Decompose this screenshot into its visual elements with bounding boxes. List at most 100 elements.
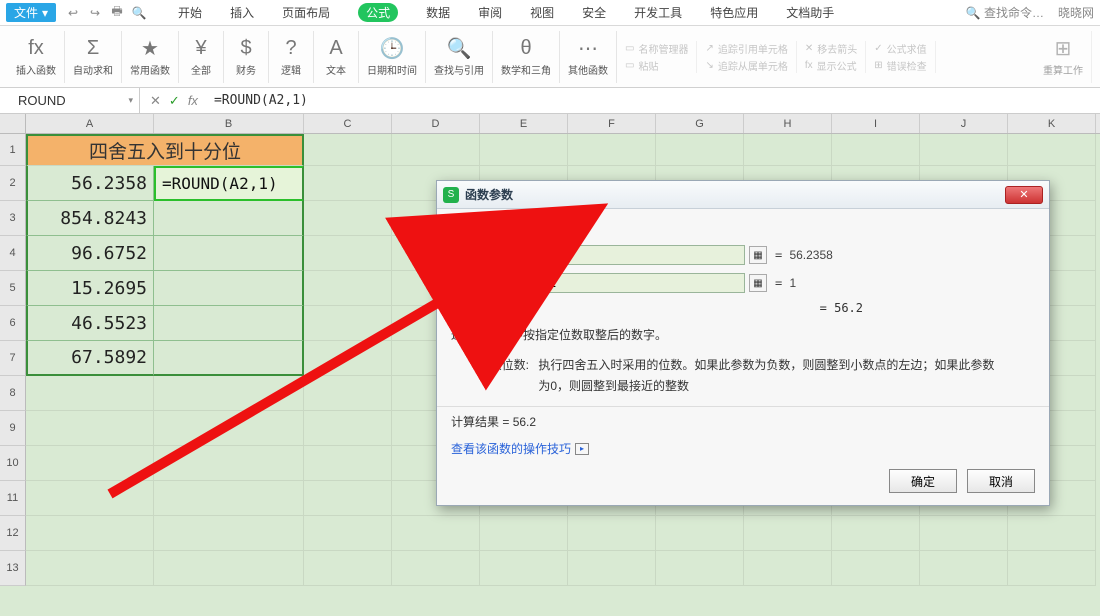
row-header[interactable]: 7	[0, 341, 26, 376]
redo-icon[interactable]: ↪	[88, 6, 102, 20]
row-header[interactable]: 5	[0, 271, 26, 306]
cell[interactable]	[392, 551, 480, 586]
row-header[interactable]: 11	[0, 481, 26, 516]
cell[interactable]	[154, 376, 304, 411]
cell-a5[interactable]: 15.2695	[26, 271, 154, 306]
col-header-g[interactable]: G	[656, 114, 744, 133]
cell-b6[interactable]	[154, 306, 304, 341]
cell[interactable]	[154, 551, 304, 586]
col-header-d[interactable]: D	[392, 114, 480, 133]
show-formulas-button[interactable]: fx显示公式	[805, 58, 857, 73]
dialog-titlebar[interactable]: S 函数参数 ✕	[437, 181, 1049, 209]
tab-developer[interactable]: 开发工具	[634, 4, 682, 21]
undo-icon[interactable]: ↩	[66, 6, 80, 20]
cell-a3[interactable]: 854.8243	[26, 201, 154, 236]
cell[interactable]	[26, 446, 154, 481]
tab-formulas[interactable]: 公式	[358, 3, 398, 22]
all-functions-button[interactable]: ¥全部	[179, 31, 224, 83]
more-functions-button[interactable]: ⋯其他函数	[560, 31, 617, 83]
cell[interactable]	[304, 446, 392, 481]
tab-security[interactable]: 安全	[582, 4, 606, 21]
datetime-button[interactable]: 🕒日期和时间	[359, 31, 426, 83]
cell[interactable]	[568, 551, 656, 586]
cell[interactable]	[154, 516, 304, 551]
cell[interactable]	[304, 236, 392, 271]
insert-function-button[interactable]: fx插入函数	[8, 31, 65, 83]
tab-insert[interactable]: 插入	[230, 4, 254, 21]
autosum-button[interactable]: Σ自动求和	[65, 31, 122, 83]
cell-a2[interactable]: 56.2358	[26, 166, 154, 201]
cell[interactable]	[26, 411, 154, 446]
row-header[interactable]: 9	[0, 411, 26, 446]
col-header-f[interactable]: F	[568, 114, 656, 133]
tab-special[interactable]: 特色应用	[710, 4, 758, 21]
col-header-c[interactable]: C	[304, 114, 392, 133]
row-header[interactable]: 13	[0, 551, 26, 586]
cell[interactable]	[154, 481, 304, 516]
trace-dependents-button[interactable]: ↘追踪从属单元格	[705, 58, 787, 73]
cell[interactable]	[392, 516, 480, 551]
financial-button[interactable]: $财务	[224, 31, 269, 83]
col-header-j[interactable]: J	[920, 114, 1008, 133]
cell-a7[interactable]: 67.5892	[26, 341, 154, 376]
cell[interactable]	[480, 551, 568, 586]
error-check-button[interactable]: ⊞错误检查	[874, 58, 926, 73]
cancel-formula-icon[interactable]: ✕	[150, 93, 161, 109]
cell-b2-active[interactable]: =ROUND(A2,1)	[154, 166, 304, 201]
cell[interactable]	[304, 516, 392, 551]
cell[interactable]	[656, 551, 744, 586]
recent-functions-button[interactable]: ★常用函数	[122, 31, 179, 83]
tab-home[interactable]: 开始	[178, 4, 202, 21]
cell[interactable]	[26, 516, 154, 551]
col-header-i[interactable]: I	[832, 114, 920, 133]
remove-arrows-button[interactable]: ✕移去箭头	[805, 41, 857, 56]
name-box[interactable]: ROUND	[0, 88, 140, 113]
fx-icon[interactable]: fx	[188, 93, 198, 109]
cell[interactable]	[392, 134, 480, 166]
file-menu[interactable]: 文件 ▾	[6, 3, 56, 22]
cell[interactable]	[656, 516, 744, 551]
cell[interactable]	[480, 516, 568, 551]
select-all-corner[interactable]	[0, 114, 26, 133]
cell[interactable]	[656, 134, 744, 166]
row-header[interactable]: 2	[0, 166, 26, 201]
col-header-h[interactable]: H	[744, 114, 832, 133]
evaluate-formula-button[interactable]: ✓公式求值	[874, 41, 926, 56]
cell[interactable]	[920, 516, 1008, 551]
col-header-e[interactable]: E	[480, 114, 568, 133]
ok-button[interactable]: 确定	[889, 469, 957, 493]
cell[interactable]	[304, 201, 392, 236]
row-header[interactable]: 8	[0, 376, 26, 411]
math-trig-button[interactable]: θ数学和三角	[493, 31, 560, 83]
row-header[interactable]: 3	[0, 201, 26, 236]
cell[interactable]	[920, 134, 1008, 166]
cell[interactable]	[26, 481, 154, 516]
col-header-b[interactable]: B	[154, 114, 304, 133]
range-picker-icon[interactable]: ▦	[749, 274, 767, 292]
cell[interactable]	[304, 376, 392, 411]
param-digits-input[interactable]	[543, 273, 745, 293]
cell-a6[interactable]: 46.5523	[26, 306, 154, 341]
logical-button[interactable]: ?逻辑	[269, 31, 314, 83]
cell[interactable]	[1008, 134, 1096, 166]
cell[interactable]	[26, 376, 154, 411]
trace-precedents-button[interactable]: ↗追踪引用单元格	[705, 41, 787, 56]
cell[interactable]	[744, 134, 832, 166]
search-box[interactable]: 🔍 查找命令…	[966, 4, 1044, 21]
tab-doc-helper[interactable]: 文档助手	[786, 4, 834, 21]
cell[interactable]	[26, 551, 154, 586]
cell-b3[interactable]	[154, 201, 304, 236]
cell-b5[interactable]	[154, 271, 304, 306]
table-title-cell[interactable]: 四舍五入到十分位	[26, 134, 304, 166]
name-manager-button[interactable]: ▭名称管理器	[625, 41, 688, 56]
confirm-formula-icon[interactable]: ✓	[169, 93, 180, 109]
cell[interactable]	[154, 446, 304, 481]
cell[interactable]	[304, 134, 392, 166]
tab-page-layout[interactable]: 页面布局	[282, 4, 330, 21]
cell[interactable]	[832, 134, 920, 166]
cell[interactable]	[1008, 551, 1096, 586]
row-header[interactable]: 10	[0, 446, 26, 481]
tab-view[interactable]: 视图	[530, 4, 554, 21]
cell[interactable]	[1008, 516, 1096, 551]
close-button[interactable]: ✕	[1005, 186, 1043, 204]
